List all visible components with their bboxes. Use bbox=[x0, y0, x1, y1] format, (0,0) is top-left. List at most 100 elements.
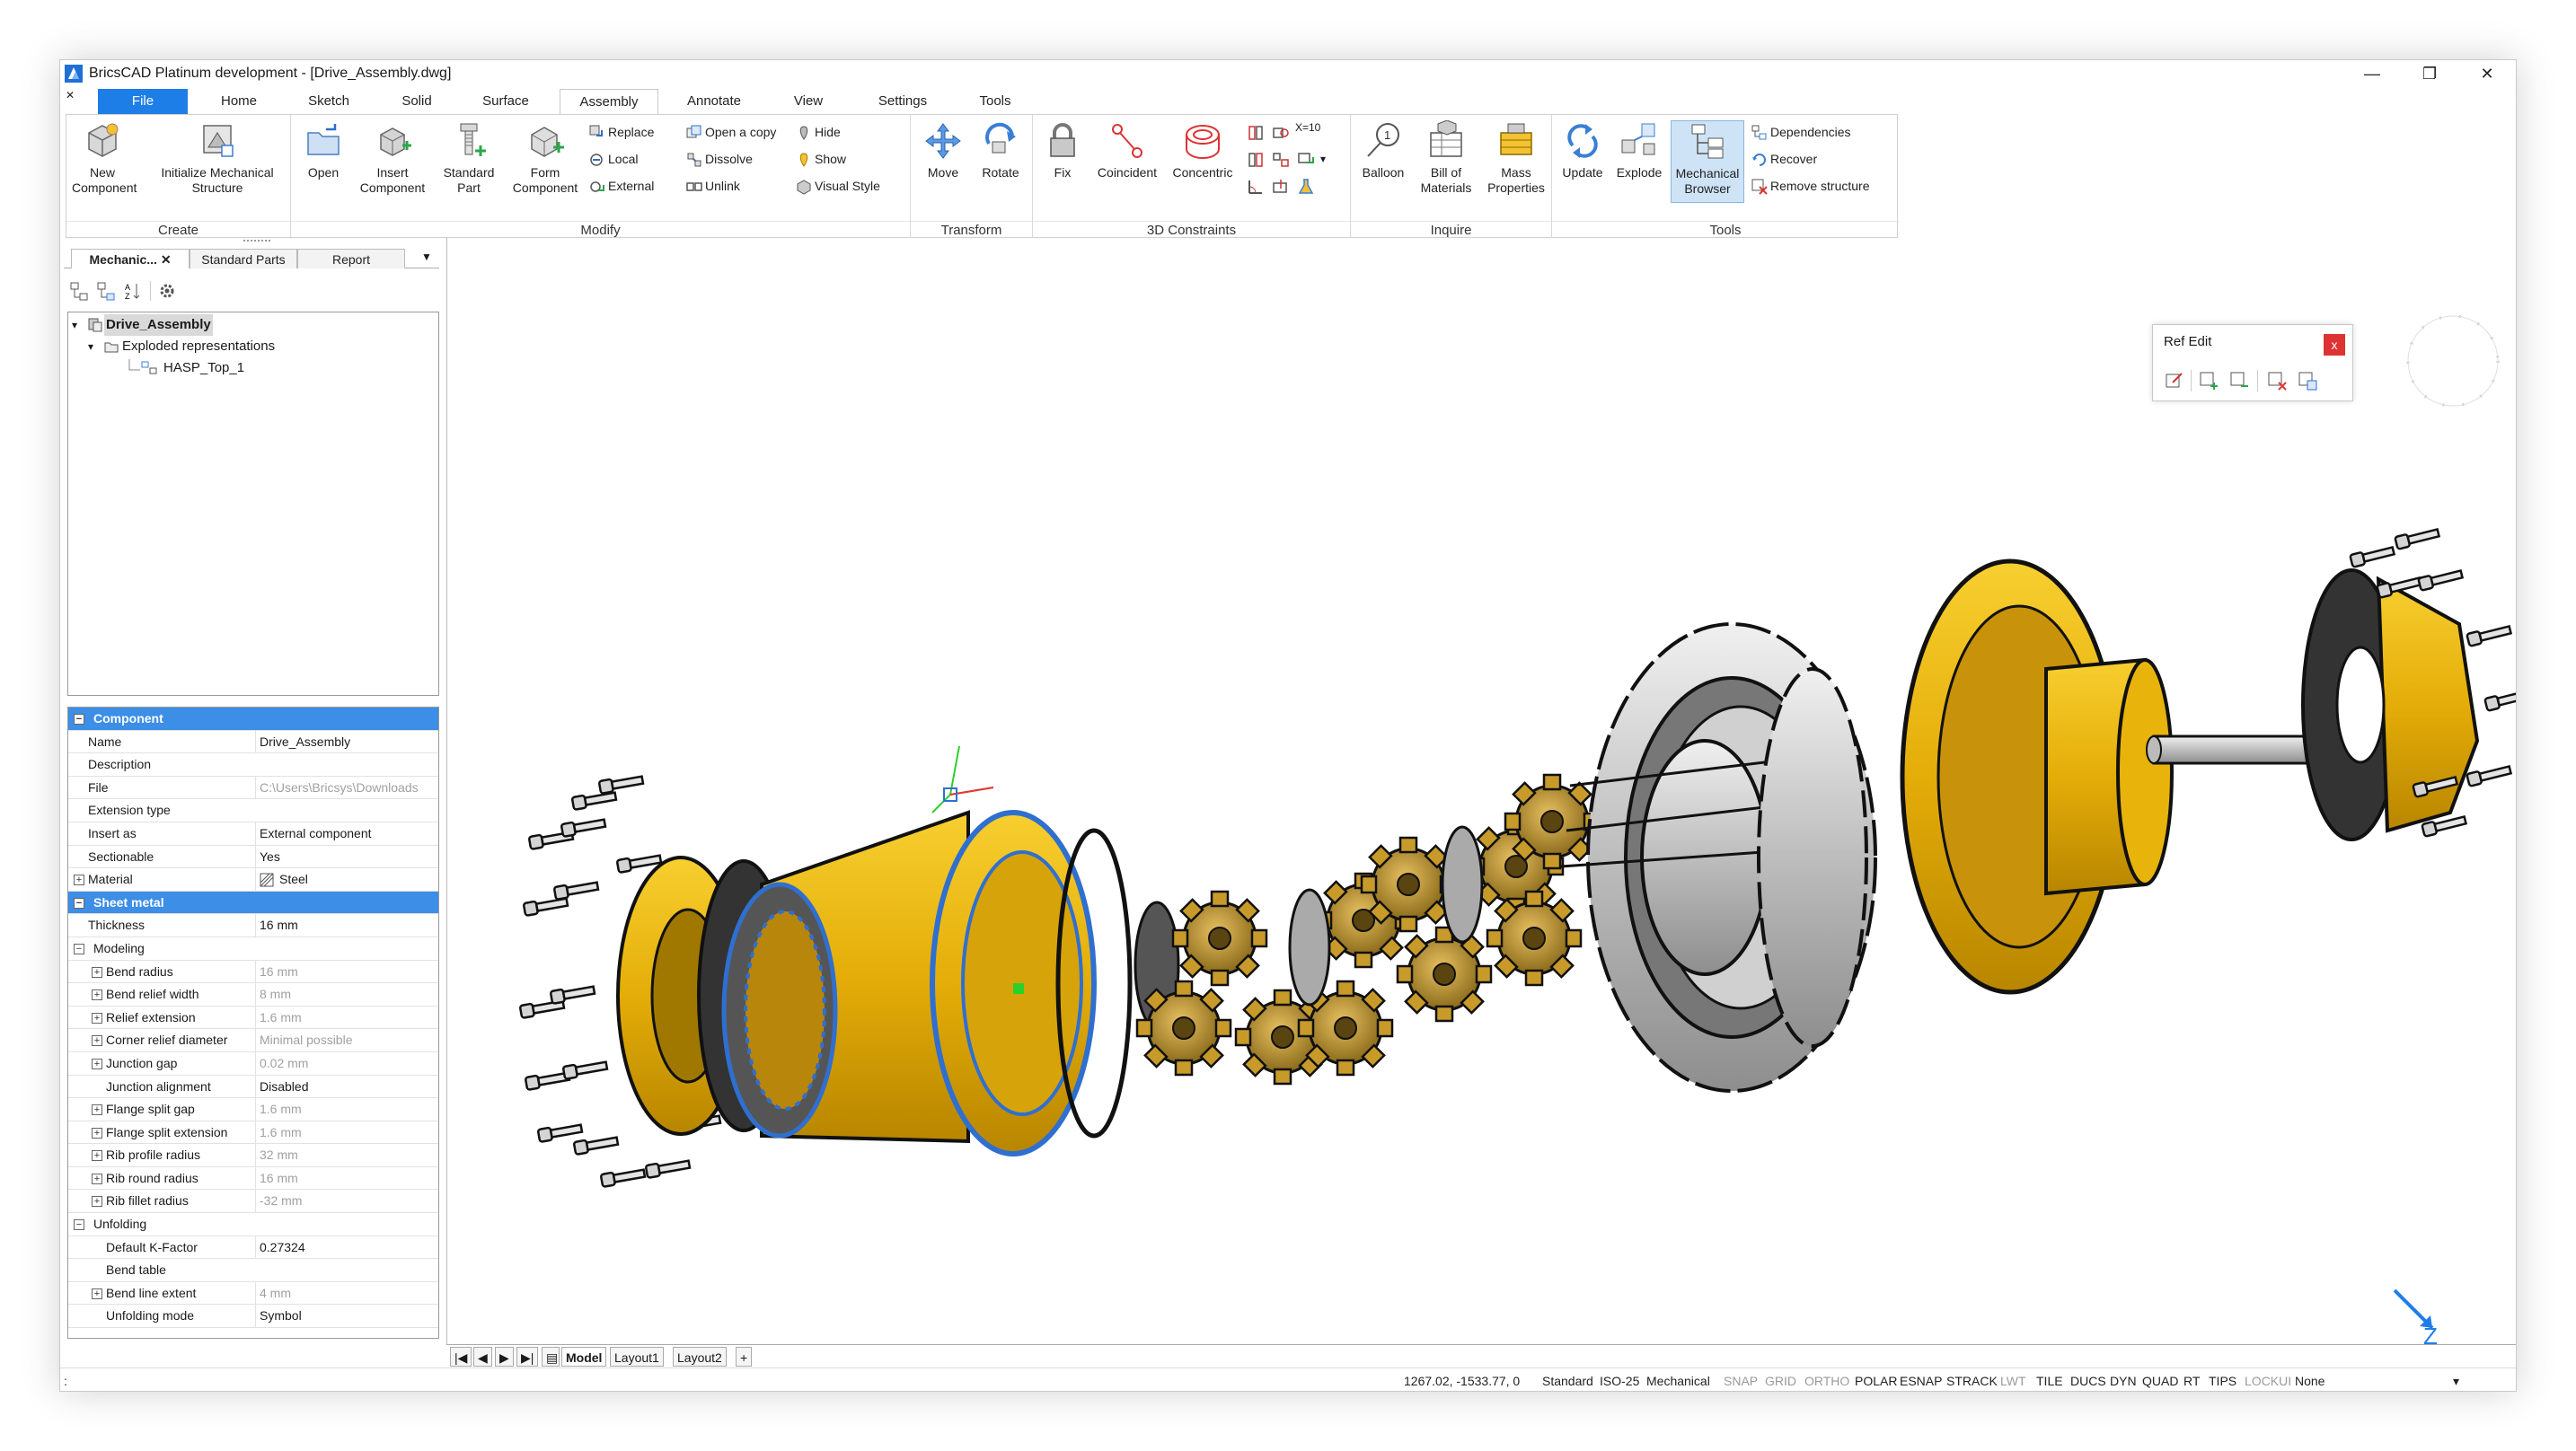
expand-icon[interactable]: + bbox=[92, 966, 102, 978]
property-row[interactable]: + Rib fillet radius -32 mm bbox=[68, 1190, 438, 1214]
property-row[interactable]: + Material Steel bbox=[68, 868, 438, 892]
panel-menu-dropdown-icon[interactable]: ▼ bbox=[421, 251, 432, 263]
status-toggle-lwt[interactable]: LWT bbox=[2000, 1372, 2026, 1390]
property-row[interactable]: Unfolding mode Symbol bbox=[68, 1305, 438, 1329]
property-row[interactable]: + Bend relief width 8 mm bbox=[68, 983, 438, 1007]
expand-icon[interactable]: + bbox=[92, 1288, 102, 1299]
property-value[interactable]: 16 mm bbox=[255, 914, 438, 937]
property-row[interactable]: + Rib profile radius 32 mm bbox=[68, 1144, 438, 1167]
property-row[interactable]: − Unfolding bbox=[68, 1213, 438, 1236]
balloon-button[interactable]: 1 Balloon bbox=[1354, 120, 1412, 180]
status-toggle-standard[interactable]: Standard bbox=[1542, 1372, 1593, 1390]
initialize-mechanical-structure-button[interactable]: Initialize Mechanical Structure bbox=[154, 120, 280, 196]
property-value[interactable]: 16 mm bbox=[255, 1166, 438, 1190]
tab-mechanical-browser[interactable]: Mechanic... ✕ bbox=[71, 249, 190, 268]
expand-icon[interactable]: + bbox=[92, 1058, 102, 1069]
external-button[interactable]: External bbox=[589, 176, 654, 196]
tab-settings[interactable]: Settings bbox=[856, 89, 949, 114]
status-toggle-iso-25[interactable]: ISO-25 bbox=[1600, 1372, 1639, 1390]
status-toggle-ducs[interactable]: DUCS bbox=[2070, 1372, 2106, 1390]
property-row[interactable]: − Component bbox=[68, 708, 438, 731]
constraint-distance-icon[interactable] bbox=[1272, 151, 1290, 169]
tab-assembly[interactable]: Assembly bbox=[560, 89, 658, 114]
browser-settings-icon[interactable] bbox=[157, 281, 177, 301]
ref-edit-add-icon[interactable] bbox=[2198, 370, 2219, 391]
tab-standard-parts[interactable]: Standard Parts bbox=[190, 249, 297, 268]
property-value[interactable]: Steel bbox=[255, 868, 438, 892]
status-toggle-rt[interactable]: RT bbox=[2183, 1372, 2200, 1390]
bill-of-materials-button[interactable]: Bill of Materials bbox=[1414, 120, 1478, 196]
constraint-rigid-icon[interactable] bbox=[1297, 151, 1315, 169]
collapse-icon[interactable]: − bbox=[74, 714, 84, 725]
status-toggle-quad[interactable]: QUAD bbox=[2142, 1372, 2178, 1390]
status-toggle-grid[interactable]: GRID bbox=[1765, 1372, 1796, 1390]
constraint-parallel-icon[interactable] bbox=[1247, 124, 1265, 142]
status-toggle-dyn[interactable]: DYN bbox=[2110, 1372, 2137, 1390]
property-row[interactable]: + Bend radius 16 mm bbox=[68, 960, 438, 984]
property-value[interactable]: Symbol bbox=[255, 1305, 438, 1328]
open-copy-button[interactable]: Open a copy bbox=[686, 122, 776, 142]
layout-first-button[interactable]: |◀ bbox=[450, 1347, 472, 1367]
constraint-angle-icon[interactable] bbox=[1247, 178, 1265, 196]
move-button[interactable]: Move bbox=[916, 120, 970, 180]
property-row[interactable]: + Bend line extent 4 mm bbox=[68, 1281, 438, 1306]
property-value[interactable]: 1.6 mm bbox=[255, 1121, 438, 1144]
command-prompt[interactable]: : bbox=[64, 1372, 67, 1390]
property-row[interactable]: File C:\Users\Bricsys\Downloads bbox=[68, 776, 438, 800]
property-row[interactable]: Sectionable Yes bbox=[68, 845, 438, 869]
exploded-drive-assembly-drawing[interactable] bbox=[447, 238, 2517, 1344]
tab-surface[interactable]: Surface bbox=[461, 89, 551, 114]
expand-icon[interactable]: + bbox=[92, 1104, 102, 1116]
status-toggle-tile[interactable]: TILE bbox=[2036, 1372, 2063, 1390]
status-toggle-none[interactable]: None bbox=[2295, 1372, 2325, 1390]
property-value[interactable]: Disabled bbox=[255, 1075, 438, 1098]
collapse-icon[interactable]: − bbox=[74, 897, 84, 909]
tree-item-hasp-top[interactable]: HASP_Top_1 bbox=[163, 357, 244, 379]
property-value[interactable]: 4 mm bbox=[255, 1281, 438, 1305]
minimize-button[interactable]: — bbox=[2343, 60, 2401, 87]
show-button[interactable]: Show bbox=[796, 149, 846, 169]
tab-annotate[interactable]: Annotate bbox=[667, 89, 761, 114]
remove-structure-button[interactable]: Remove structure bbox=[1751, 176, 1869, 196]
property-row[interactable]: Junction alignment Disabled bbox=[68, 1075, 438, 1099]
property-row[interactable]: Extension type bbox=[68, 799, 438, 822]
tab-solid[interactable]: Solid bbox=[380, 89, 454, 114]
collapse-icon[interactable]: − bbox=[74, 943, 84, 954]
status-toggle-polar[interactable]: POLAR bbox=[1855, 1372, 1897, 1390]
status-toggle-ortho[interactable]: ORTHO bbox=[1804, 1372, 1849, 1390]
layout-last-button[interactable]: ▶| bbox=[516, 1347, 539, 1367]
tab-bar-collapse-icon[interactable]: ✕ bbox=[64, 89, 76, 114]
expand-icon[interactable]: + bbox=[92, 1173, 102, 1184]
property-value[interactable]: External component bbox=[255, 822, 438, 845]
tab-layout2[interactable]: Layout2 bbox=[673, 1347, 727, 1367]
model-viewport[interactable]: Z Ref Edit x bbox=[446, 238, 2517, 1350]
layout-prev-button[interactable]: ◀ bbox=[473, 1347, 492, 1367]
unlink-button[interactable]: Unlink bbox=[686, 176, 740, 196]
constraint-radius-icon[interactable] bbox=[1272, 178, 1290, 196]
ref-edit-discard-icon[interactable] bbox=[2266, 370, 2288, 391]
status-toggle-mechanical[interactable]: Mechanical bbox=[1646, 1372, 1710, 1390]
tab-file[interactable]: File bbox=[98, 89, 188, 114]
status-toggle-tips[interactable]: TIPS bbox=[2209, 1372, 2236, 1390]
tree-collapse-icon[interactable] bbox=[96, 281, 116, 301]
expand-icon[interactable]: + bbox=[74, 875, 84, 886]
constraints-dropdown-icon[interactable]: ▾ bbox=[1320, 153, 1338, 171]
property-row[interactable]: Bend table bbox=[68, 1259, 438, 1282]
constraint-flask-icon[interactable] bbox=[1297, 178, 1315, 196]
restore-button[interactable]: ❐ bbox=[2401, 60, 2458, 87]
property-value[interactable]: Drive_Assembly bbox=[255, 730, 438, 753]
property-value[interactable]: 8 mm bbox=[255, 983, 438, 1007]
sort-icon[interactable]: AZ bbox=[123, 281, 143, 301]
property-value[interactable]: 0.02 mm bbox=[255, 1051, 438, 1075]
tab-tools[interactable]: Tools bbox=[955, 89, 1036, 114]
property-row[interactable]: + Corner relief diameter Minimal possible bbox=[68, 1029, 438, 1052]
collapse-icon[interactable]: − bbox=[74, 1219, 84, 1231]
tab-model[interactable]: Model bbox=[561, 1347, 607, 1367]
property-row[interactable]: Insert as External component bbox=[68, 822, 438, 846]
property-value[interactable]: 1.6 mm bbox=[255, 1006, 438, 1029]
dependencies-button[interactable]: Dependencies bbox=[1751, 122, 1851, 142]
property-value[interactable]: 1.6 mm bbox=[255, 1098, 438, 1121]
layout-list-icon[interactable]: ▤ bbox=[542, 1347, 560, 1367]
layout-add-button[interactable]: + bbox=[736, 1347, 753, 1367]
tab-close-icon[interactable]: ✕ bbox=[161, 252, 172, 267]
